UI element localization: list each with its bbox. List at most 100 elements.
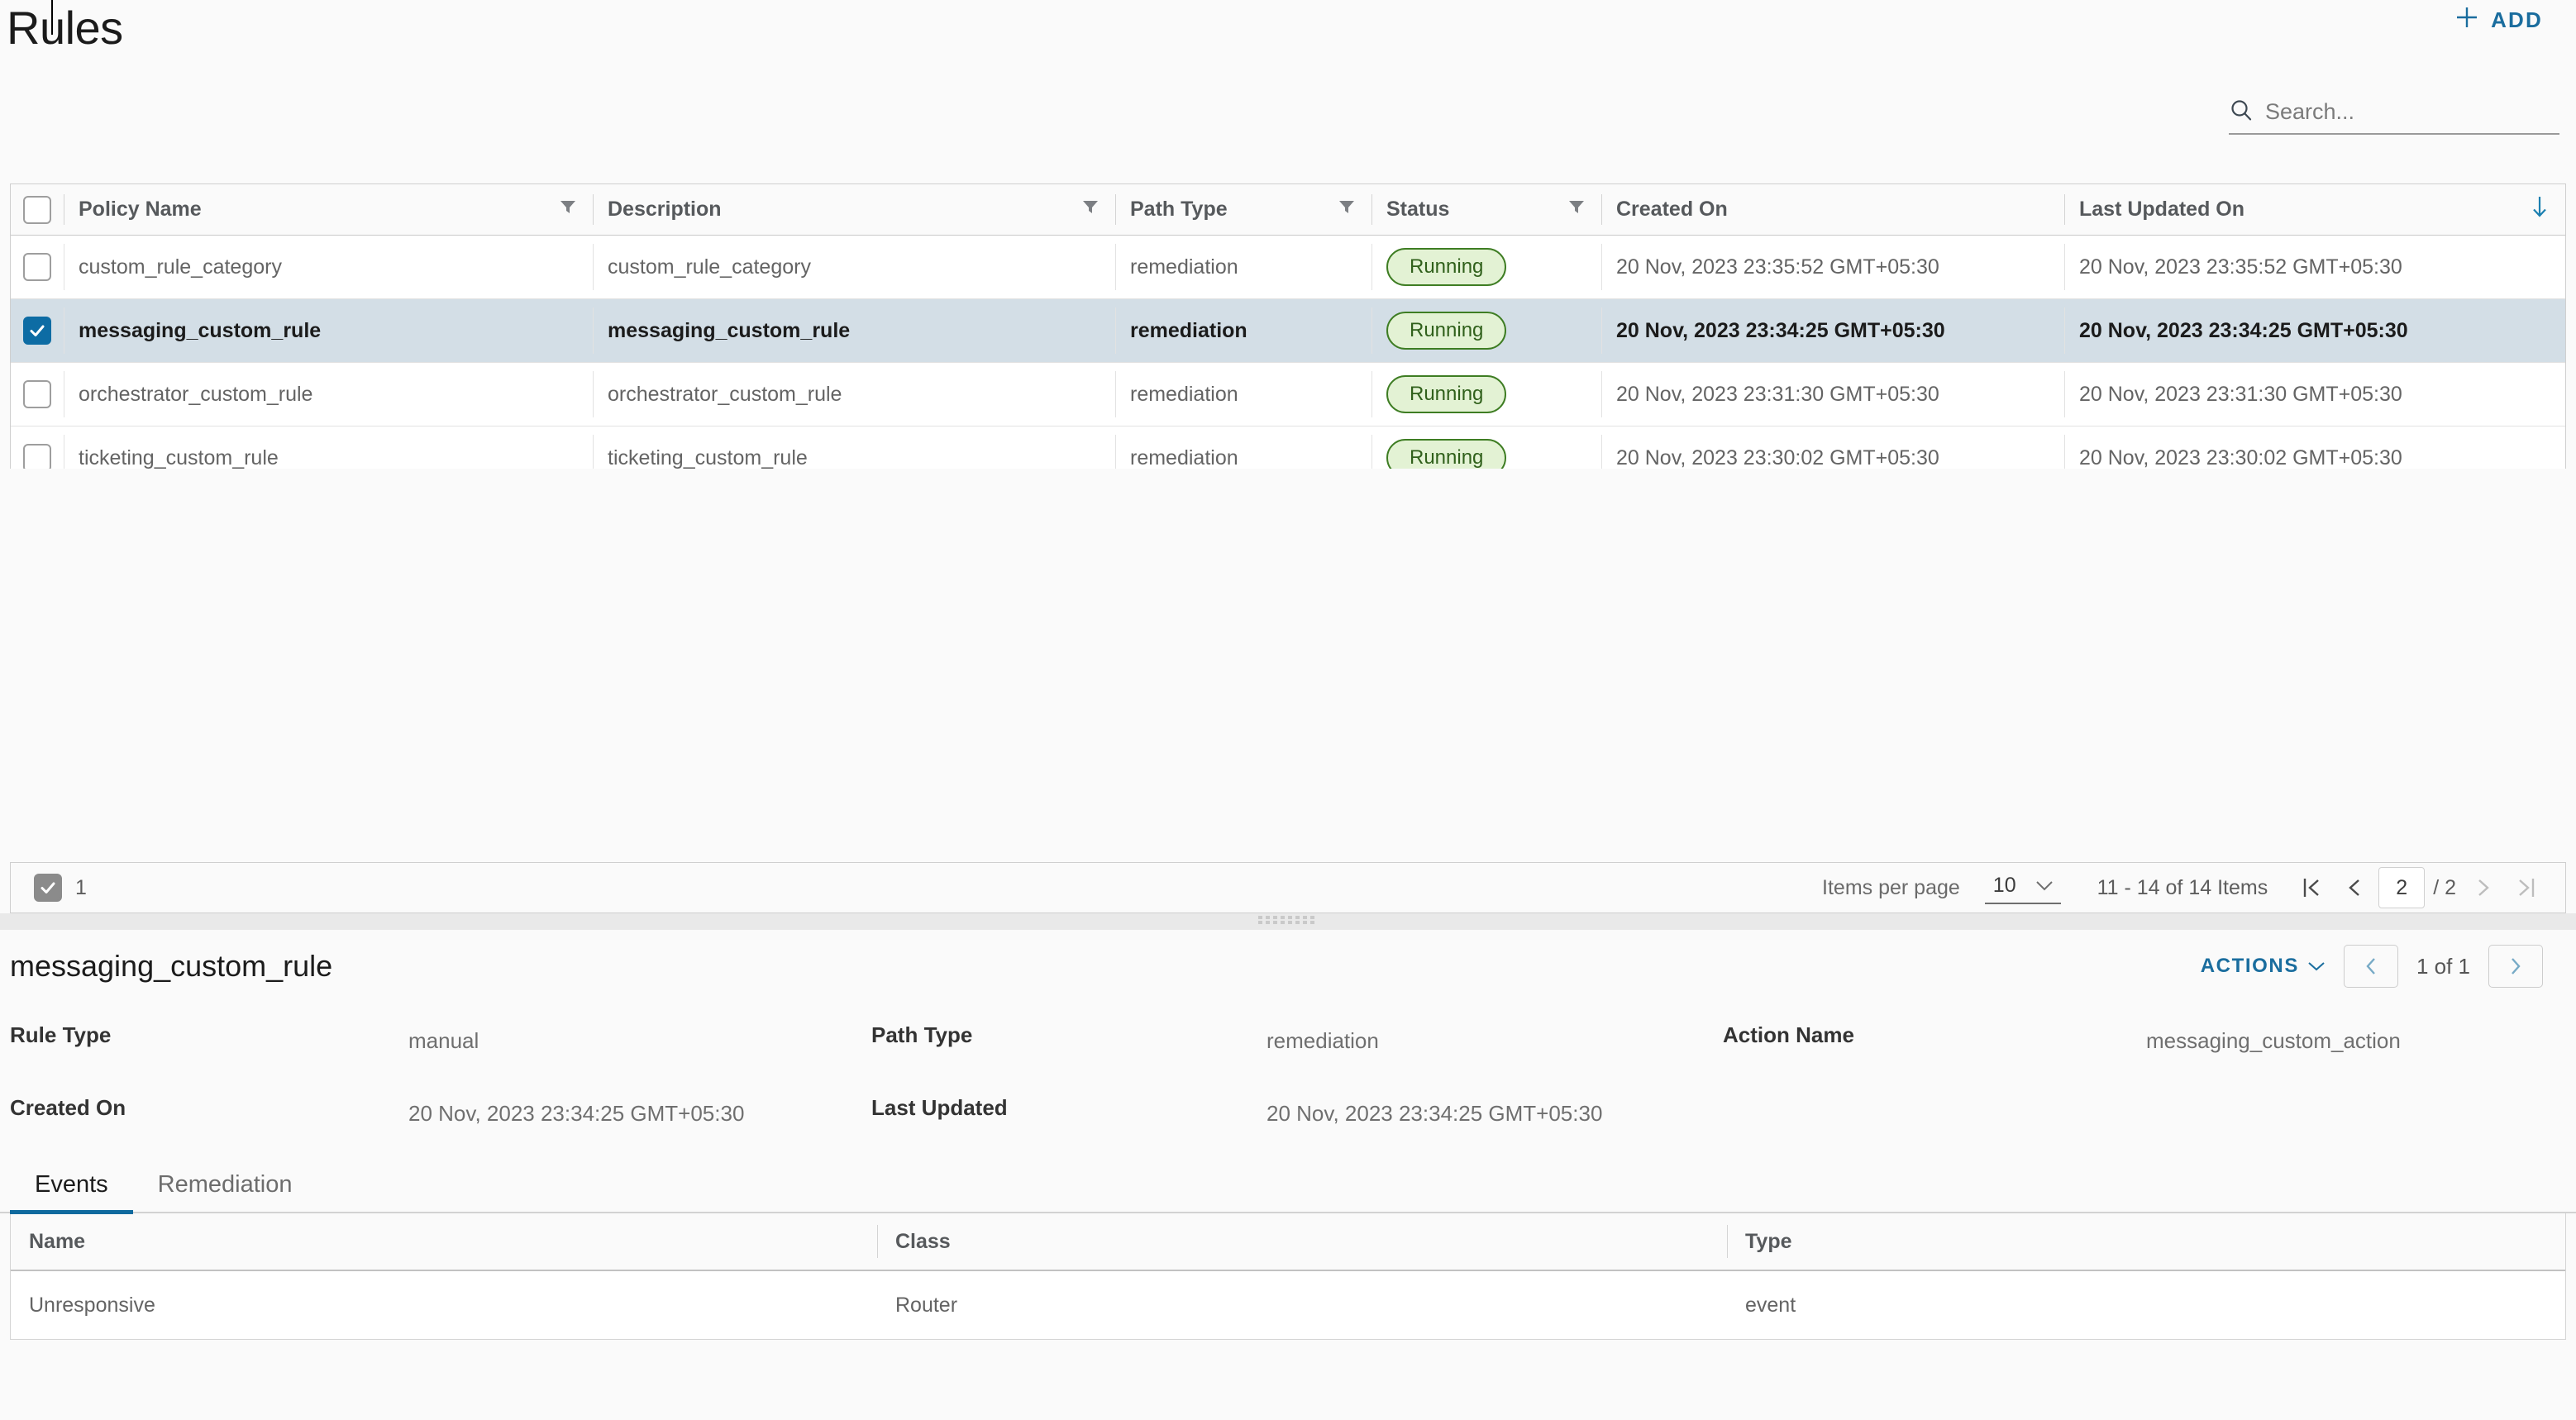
actions-label: ACTIONS: [2200, 955, 2299, 977]
detail-header: messaging_custom_rule ACTIONS 1 of 1: [0, 930, 2576, 1003]
cell-description: messaging_custom_rule: [593, 299, 1115, 362]
page-title: Rules: [7, 2, 123, 54]
table-row[interactable]: ticketing_custom_rule ticketing_custom_r…: [11, 426, 2565, 469]
events-column-header-type[interactable]: Type: [1727, 1213, 2565, 1270]
filter-funnel-icon[interactable]: [558, 197, 578, 222]
column-header-path-type[interactable]: Path Type: [1115, 184, 1371, 235]
field-value-created-on: 20 Nov, 2023 23:34:25 GMT+05:30: [408, 1101, 745, 1126]
row-select-cell: [11, 363, 64, 426]
tab-events[interactable]: Events: [10, 1163, 133, 1214]
add-button[interactable]: ADD: [2454, 5, 2543, 36]
column-label: Created On: [1616, 198, 1728, 221]
tab-remediation[interactable]: Remediation: [133, 1163, 317, 1214]
row-select-cell: [11, 236, 64, 298]
cell-last-updated: 20 Nov, 2023 23:35:52 GMT+05:30: [2064, 236, 2565, 298]
field-label-created-on: Created On: [10, 1095, 126, 1120]
events-column-header-class[interactable]: Class: [877, 1213, 1727, 1270]
cell-description: custom_rule_category: [593, 236, 1115, 298]
text-cursor-artifact: [51, 0, 53, 35]
cell-path-type: remediation: [1115, 426, 1371, 469]
table-footer: 1 Items per page 10 11 - 14 of 14 Items …: [10, 862, 2566, 913]
cell-last-updated: 20 Nov, 2023 23:31:30 GMT+05:30: [2064, 363, 2565, 426]
row-checkbox[interactable]: [23, 253, 51, 281]
column-label: Path Type: [1130, 198, 1228, 221]
add-button-label: ADD: [2491, 7, 2543, 32]
page-number-input[interactable]: 2: [2378, 867, 2426, 908]
table-body: custom_rule_category custom_rule_categor…: [11, 236, 2565, 469]
chevron-down-icon: [2035, 874, 2054, 898]
field-value-rule-type: manual: [408, 1028, 479, 1053]
detail-title: messaging_custom_rule: [10, 949, 333, 983]
sort-descending-arrow-icon[interactable]: [2529, 194, 2550, 225]
column-header-description[interactable]: Description: [593, 184, 1115, 235]
row-select-cell: [11, 299, 64, 362]
next-page-button[interactable]: [2464, 869, 2502, 907]
row-checkbox[interactable]: [23, 380, 51, 408]
select-all-checkbox[interactable]: [23, 195, 51, 224]
column-header-policy-name[interactable]: Policy Name: [64, 184, 593, 235]
cell-status: Running: [1371, 299, 1601, 362]
pagination-controls: Items per page 10 11 - 14 of 14 Items 2 …: [1822, 867, 2545, 908]
column-label: Description: [608, 198, 722, 221]
field-label-last-updated: Last Updated: [871, 1095, 1008, 1120]
items-per-page-label: Items per page: [1822, 875, 1960, 899]
detail-actions: ACTIONS 1 of 1: [2201, 945, 2543, 988]
last-page-button[interactable]: [2507, 869, 2545, 907]
selection-count-checkbox[interactable]: [34, 874, 62, 902]
status-badge: Running: [1386, 312, 1507, 350]
filter-funnel-icon[interactable]: [1567, 197, 1586, 222]
cell-path-type: remediation: [1115, 236, 1371, 298]
chevron-down-icon: [2307, 955, 2326, 978]
row-checkbox[interactable]: [23, 317, 51, 345]
field-label-rule-type: Rule Type: [10, 1022, 112, 1047]
events-table-row[interactable]: Unresponsive Router event: [11, 1271, 2565, 1339]
column-header-created-on[interactable]: Created On: [1601, 184, 2064, 235]
selected-count-label: 1: [75, 875, 87, 899]
plus-icon: [2454, 5, 2479, 36]
field-value-action-name: messaging_custom_action: [2146, 1028, 2401, 1053]
cell-last-updated: 20 Nov, 2023 23:30:02 GMT+05:30: [2064, 426, 2565, 469]
panel-splitter[interactable]: [0, 913, 2576, 930]
cell-status: Running: [1371, 426, 1601, 469]
cell-policy-name: ticketing_custom_rule: [64, 426, 593, 469]
table-row[interactable]: custom_rule_category custom_rule_categor…: [11, 236, 2565, 299]
events-cell-name: Unresponsive: [29, 1293, 155, 1317]
events-column-header-name[interactable]: Name: [11, 1213, 877, 1270]
detail-previous-button[interactable]: [2343, 945, 2398, 988]
status-badge: Running: [1386, 439, 1507, 469]
cell-status: Running: [1371, 363, 1601, 426]
first-page-button[interactable]: [2292, 869, 2330, 907]
cell-policy-name: orchestrator_custom_rule: [64, 363, 593, 426]
cell-status: Running: [1371, 236, 1601, 298]
cell-description: ticketing_custom_rule: [593, 426, 1115, 469]
search-bar[interactable]: [2229, 98, 2559, 135]
filter-funnel-icon[interactable]: [1080, 197, 1100, 222]
events-table: Name Class Type Unresponsive Router even…: [10, 1213, 2566, 1340]
table-row[interactable]: messaging_custom_rule messaging_custom_r…: [11, 299, 2565, 363]
cell-created-on: 20 Nov, 2023 23:35:52 GMT+05:30: [1601, 236, 2064, 298]
column-header-last-updated-on[interactable]: Last Updated On: [2064, 184, 2565, 235]
detail-panel: messaging_custom_rule ACTIONS 1 of 1 Rul…: [0, 930, 2576, 1340]
item-range-label: 11 - 14 of 14 Items: [2097, 875, 2268, 899]
field-value-last-updated: 20 Nov, 2023 23:34:25 GMT+05:30: [1267, 1101, 1603, 1126]
detail-next-button[interactable]: [2488, 945, 2543, 988]
filter-funnel-icon[interactable]: [1337, 197, 1357, 222]
previous-page-button[interactable]: [2335, 869, 2373, 907]
field-label-path-type: Path Type: [871, 1022, 973, 1047]
search-input[interactable]: [2265, 99, 2559, 125]
column-label: Last Updated On: [2079, 198, 2245, 221]
items-per-page-value: 10: [1992, 873, 2016, 897]
selection-summary: 1: [34, 874, 87, 902]
field-label-empty: [1723, 1084, 2146, 1156]
actions-dropdown-button[interactable]: ACTIONS: [2201, 955, 2326, 978]
table-row[interactable]: orchestrator_custom_rule orchestrator_cu…: [11, 363, 2565, 426]
cell-path-type: remediation: [1115, 299, 1371, 362]
column-label: Policy Name: [79, 198, 202, 221]
column-header-status[interactable]: Status: [1371, 184, 1601, 235]
cell-created-on: 20 Nov, 2023 23:34:25 GMT+05:30: [1601, 299, 2064, 362]
row-select-cell: [11, 426, 64, 469]
cell-policy-name: custom_rule_category: [64, 236, 593, 298]
detail-nav-count: 1 of 1: [2416, 953, 2470, 979]
row-checkbox[interactable]: [23, 444, 51, 469]
items-per-page-select[interactable]: 10: [1984, 872, 2061, 904]
